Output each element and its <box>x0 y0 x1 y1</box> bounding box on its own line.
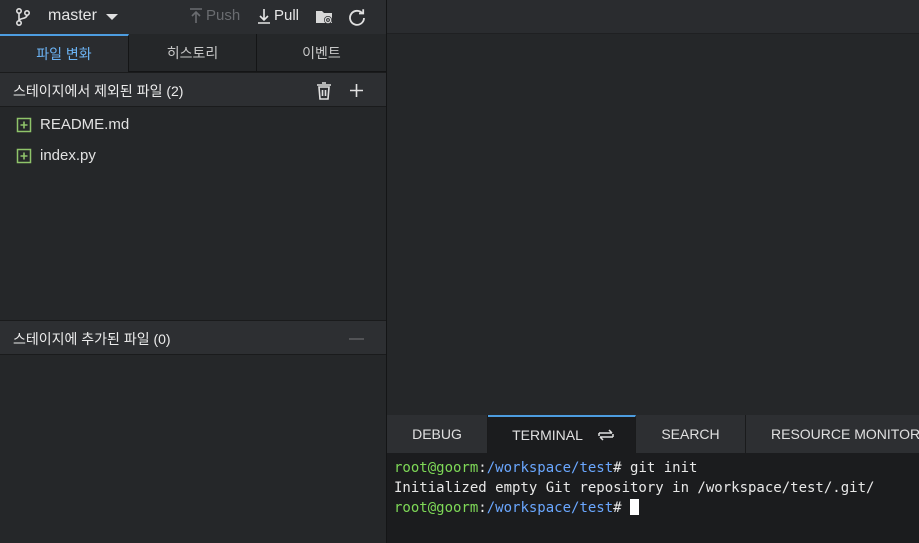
plus-icon[interactable] <box>349 83 364 98</box>
bottom-panel: DEBUG TERMINAL SEARCH RESOURCE MONITOR r… <box>387 415 919 543</box>
trash-icon[interactable] <box>316 82 332 100</box>
staged-section-header: 스테이지에 추가된 파일 (0) <box>0 320 386 355</box>
file-name: README.md <box>40 116 130 133</box>
terminal-output[interactable]: root@goorm:/workspace/test# git init Ini… <box>394 458 874 518</box>
terminal-output-line: Initialized empty Git repository in /wor… <box>394 480 875 496</box>
tab-search-label: SEARCH <box>661 426 720 442</box>
terminal-prompt: # <box>613 460 631 476</box>
bottom-tabs: DEBUG TERMINAL SEARCH RESOURCE MONITOR <box>387 415 919 453</box>
push-icon <box>190 7 202 23</box>
list-item[interactable]: README.md <box>16 116 129 133</box>
git-branch-icon <box>15 7 31 27</box>
swap-icon[interactable] <box>597 428 615 442</box>
pull-button[interactable]: Pull <box>257 7 299 24</box>
tab-terminal[interactable]: TERMINAL <box>488 415 636 453</box>
minus-icon[interactable] <box>349 338 364 340</box>
tab-terminal-label: TERMINAL <box>512 427 583 443</box>
push-button[interactable]: Push <box>189 7 240 24</box>
terminal-user: root@goorm <box>394 500 479 516</box>
unstaged-section-header: 스테이지에서 제외된 파일 (2) <box>0 72 386 107</box>
tab-search[interactable]: SEARCH <box>636 415 746 453</box>
tab-resource-monitor[interactable]: RESOURCE MONITOR <box>746 415 919 453</box>
file-added-icon <box>16 148 32 163</box>
tab-history[interactable]: 히스토리 <box>129 34 257 72</box>
branch-selector[interactable]: master <box>48 7 97 25</box>
git-tabs: 파일 변화 히스토리 이벤트 <box>0 34 386 72</box>
terminal-sep: : <box>478 460 487 476</box>
git-panel: master Push Pull 파일 변화 히스토리 이벤트 스테이지에서 제… <box>0 0 387 543</box>
file-name: index.py <box>40 147 96 164</box>
refresh-icon[interactable] <box>347 7 367 27</box>
unstaged-title: 스테이지에서 제외된 파일 (2) <box>13 83 184 99</box>
editor-tab-bar <box>387 0 919 34</box>
tab-file-changes[interactable]: 파일 변화 <box>0 34 129 72</box>
tab-resource-monitor-label: RESOURCE MONITOR <box>771 426 919 442</box>
terminal-sep: : <box>478 500 487 516</box>
terminal-user: root@goorm <box>394 460 479 476</box>
terminal-prompt: # <box>613 500 631 516</box>
chevron-down-icon[interactable] <box>106 14 118 20</box>
git-toolbar: master Push Pull <box>0 0 386 34</box>
staged-title: 스테이지에 추가된 파일 (0) <box>13 331 171 347</box>
tab-events[interactable]: 이벤트 <box>257 34 386 72</box>
pull-label: Pull <box>274 7 300 24</box>
file-added-icon <box>16 117 32 132</box>
terminal-command: git init <box>630 460 698 476</box>
push-label: Push <box>206 7 241 24</box>
editor-area <box>387 0 919 415</box>
pull-icon <box>258 8 270 24</box>
ide-window: master Push Pull 파일 변화 히스토리 이벤트 스테이지에서 제… <box>0 0 919 543</box>
folder-settings-icon[interactable] <box>314 7 334 27</box>
tab-debug-label: DEBUG <box>412 426 462 442</box>
list-item[interactable]: index.py <box>16 147 96 164</box>
terminal-path: /workspace/test <box>486 500 614 516</box>
terminal-cursor <box>630 499 640 515</box>
terminal-path: /workspace/test <box>486 460 614 476</box>
tab-debug[interactable]: DEBUG <box>387 415 488 453</box>
